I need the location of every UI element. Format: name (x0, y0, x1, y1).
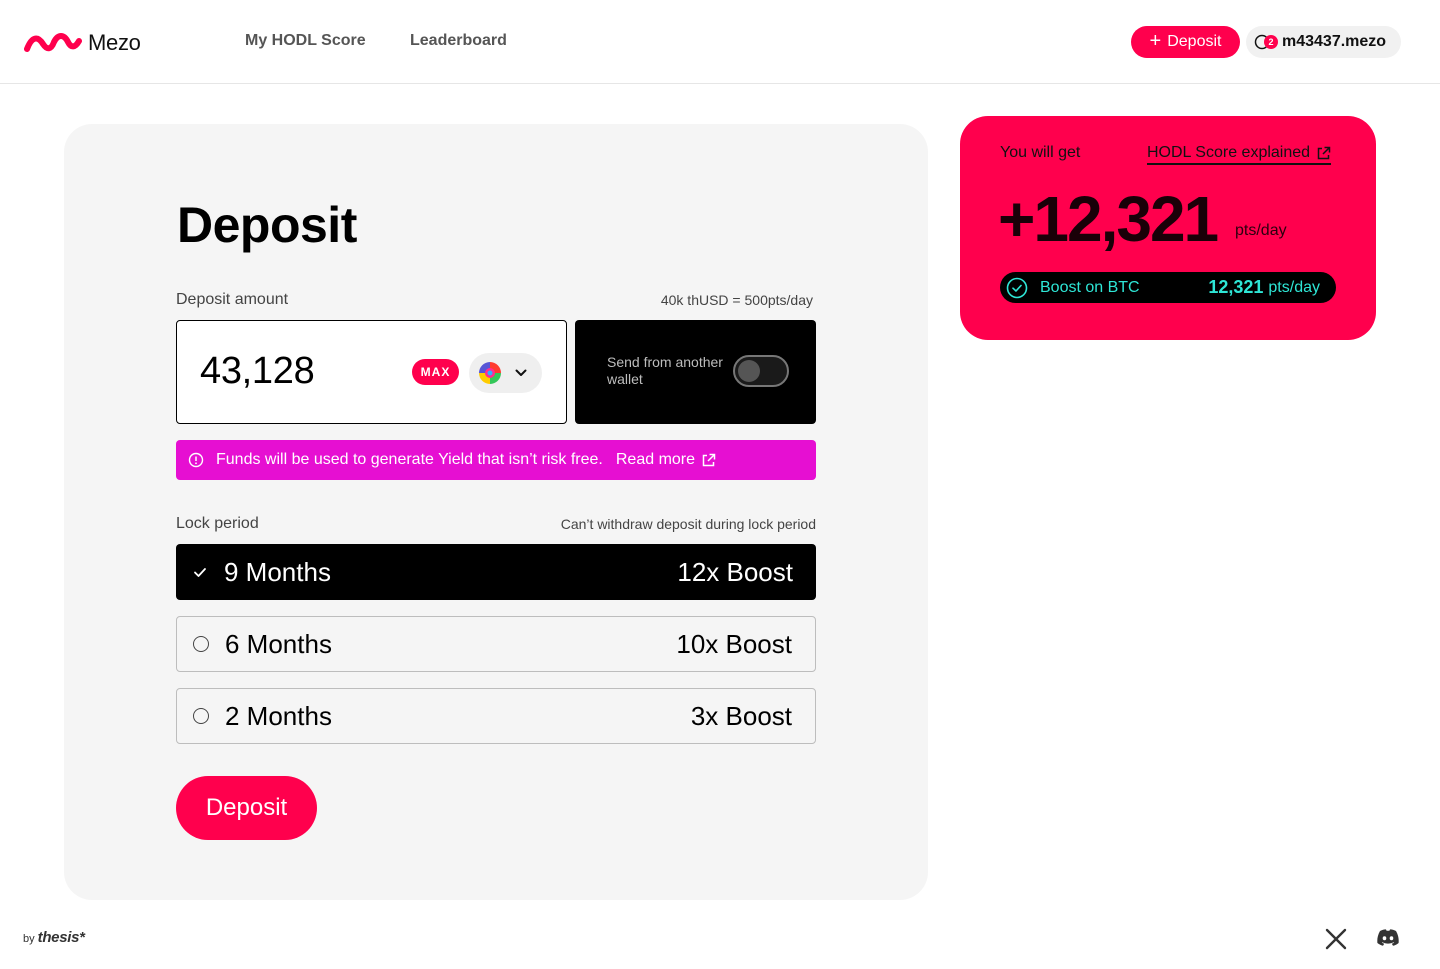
nav-leaderboard[interactable]: Leaderboard (410, 32, 507, 50)
boost-on-btc-pill: Boost on BTC 12,321 pts/day (1000, 272, 1336, 303)
page-title: Deposit (177, 197, 357, 253)
plus-icon: + (1149, 30, 1162, 52)
header-deposit-button[interactable]: + Deposit (1131, 26, 1240, 58)
read-more-link[interactable]: Read more (616, 451, 716, 469)
check-icon (192, 564, 208, 580)
rainbow-token-icon (479, 362, 501, 384)
max-button[interactable]: MAX (412, 359, 459, 385)
hodl-score-explained-label: HODL Score explained (1147, 144, 1311, 161)
lock-option-name: 9 Months (224, 556, 331, 587)
deposit-amount-value[interactable]: 43,128 (200, 350, 315, 393)
lock-option-9-months[interactable]: 9 Months 12x Boost (176, 544, 816, 600)
lock-option-boost: 10x Boost (676, 628, 792, 659)
account-icon: 2 (1254, 33, 1278, 51)
points-summary-panel: You will get HODL Score explained +12,32… (960, 116, 1376, 340)
external-link-icon (702, 453, 716, 466)
lock-option-6-months[interactable]: 6 Months 10x Boost (176, 616, 816, 672)
boost-value: 12,321 (1208, 277, 1264, 297)
deposit-amount-label: Deposit amount (176, 291, 289, 308)
points-unit: pts/day (1235, 222, 1287, 239)
send-from-wallet-toggle[interactable] (733, 355, 789, 387)
mezo-wave-icon (24, 33, 82, 52)
risk-notice: Funds will be used to generate Yield tha… (176, 440, 816, 480)
you-will-get-label: You will get (1000, 144, 1081, 161)
send-from-wallet-label: Send from another wallet (607, 354, 723, 387)
lock-period-note: Can’t withdraw deposit during lock perio… (560, 516, 816, 532)
by-thesis-logo[interactable]: by thesis* (23, 929, 85, 946)
brand-name: Mezo (88, 30, 141, 55)
lock-period-label: Lock period (176, 515, 259, 532)
external-link-icon (1317, 146, 1331, 159)
lock-option-boost: 3x Boost (690, 700, 792, 731)
x-icon[interactable] (1325, 928, 1347, 955)
lock-option-name: 6 Months (225, 628, 332, 659)
token-select[interactable] (469, 353, 542, 393)
hodl-score-explained-link[interactable]: HODL Score explained (1147, 144, 1332, 165)
boost-label: Boost on BTC (1040, 278, 1140, 296)
account-button[interactable]: 2 m43437.mezo (1246, 26, 1401, 58)
deposit-submit-button[interactable]: Deposit (176, 776, 317, 840)
notification-badge: 2 (1264, 35, 1278, 49)
thesis-wordmark: thesis* (37, 929, 85, 946)
top-header: Mezo My HODL Score Leaderboard + Deposit… (0, 0, 1440, 84)
deposit-amount-input[interactable]: 43,128 MAX (176, 320, 567, 424)
mezo-logo[interactable]: Mezo (24, 30, 141, 56)
rate-note: 40k thUSD = 500pts/day (660, 292, 813, 308)
account-name: m43437.mezo (1282, 33, 1387, 50)
read-more-label: Read more (615, 451, 696, 468)
radio-icon (193, 708, 209, 724)
radio-icon (193, 636, 209, 652)
chevron-down-icon (515, 369, 527, 376)
lock-option-name: 2 Months (225, 700, 332, 731)
risk-notice-text: Funds will be used to generate Yield tha… (216, 451, 603, 468)
points-per-day-value: +12,321 (998, 183, 1219, 255)
header-deposit-label: Deposit (1167, 33, 1222, 50)
check-circle-icon (1006, 277, 1028, 299)
discord-icon[interactable] (1376, 928, 1400, 953)
boost-unit: pts/day (1268, 278, 1320, 296)
lock-option-boost: 12x Boost (677, 556, 793, 587)
send-from-wallet-panel: Send from another wallet (575, 320, 816, 424)
info-icon (188, 452, 204, 468)
nav-my-hodl-score[interactable]: My HODL Score (245, 32, 366, 50)
lock-option-2-months[interactable]: 2 Months 3x Boost (176, 688, 816, 744)
by-label: by (23, 933, 35, 945)
toggle-knob (738, 360, 760, 382)
